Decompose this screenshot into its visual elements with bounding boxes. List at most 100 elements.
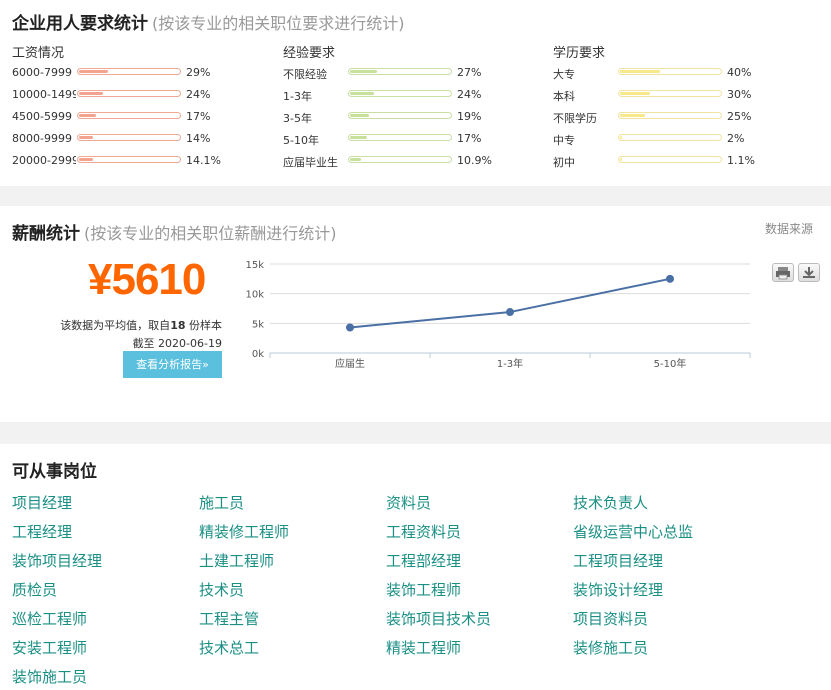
- y-tick-label: 10k: [245, 290, 264, 301]
- y-tick-label: 0k: [252, 349, 264, 360]
- section-divider: [0, 186, 831, 206]
- salary-row-label: 10000-14999: [12, 88, 76, 101]
- salary-row: 8000-9999 14%: [12, 128, 242, 150]
- data-point: [506, 308, 514, 317]
- education-row-label: 中专: [553, 134, 575, 147]
- job-link[interactable]: 工程资料员: [386, 521, 461, 542]
- job-link[interactable]: 资料员: [386, 492, 431, 513]
- experience-row-percent: 27%: [457, 66, 482, 79]
- job-link[interactable]: 省级运营中心总监: [573, 521, 693, 542]
- salary-row-fill: [79, 70, 108, 73]
- education-row-bar: [618, 90, 722, 97]
- job-link[interactable]: 装饰施工员: [12, 666, 87, 687]
- education-column: 学历要求 大专 40% 本科 30% 不限学历 25% 中专 2% 初中 1.1%: [553, 42, 783, 172]
- job-link[interactable]: 装修施工员: [573, 637, 648, 658]
- education-row-fill: [620, 70, 660, 73]
- experience-row-fill: [350, 136, 367, 139]
- salary-row-label: 20000-29999: [12, 154, 76, 167]
- job-link[interactable]: 技术负责人: [573, 492, 648, 513]
- salary-column-head: 工资情况: [12, 46, 65, 61]
- requirements-title-text: 企业用人要求统计: [12, 14, 148, 34]
- education-row-percent: 25%: [727, 110, 752, 123]
- experience-row-fill: [350, 70, 377, 73]
- salary-stats-title: 薪酬统计 (按该专业的相关职位薪酬进行统计): [12, 219, 337, 244]
- job-link[interactable]: 精装工程师: [386, 637, 461, 658]
- education-row-label: 本科: [553, 90, 575, 103]
- download-icon: [803, 267, 815, 278]
- education-row-fill: [620, 136, 622, 139]
- job-link[interactable]: 精装修工程师: [199, 521, 289, 542]
- education-column-head: 学历要求: [553, 46, 606, 61]
- job-link[interactable]: 工程经理: [12, 521, 72, 542]
- experience-row-label: 应届毕业生: [283, 156, 338, 169]
- salary-row-fill: [79, 158, 94, 161]
- salary-column: 工资情况 6000-7999 29% 10000-14999 24% 4500-5999…: [12, 42, 242, 172]
- education-row-percent: 2%: [727, 132, 745, 145]
- experience-row-bar: [348, 112, 452, 119]
- salary-row-percent: 29%: [186, 66, 211, 79]
- as-of-date: 截至 2020-06-19: [132, 337, 222, 350]
- print-icon: [776, 267, 790, 280]
- salary-stats-title-text: 薪酬统计: [12, 224, 80, 244]
- salary-row-percent: 24%: [186, 88, 211, 101]
- job-link[interactable]: 土建工程师: [199, 550, 274, 571]
- salary-row-label: 4500-5999: [12, 110, 72, 123]
- sample-note-post: 份样本: [185, 319, 222, 332]
- salary-row-fill: [79, 136, 93, 139]
- education-row: 不限学历 25%: [553, 106, 783, 128]
- job-link[interactable]: 巡检工程师: [12, 608, 87, 629]
- salary-row: 20000-29999 14.1%: [12, 150, 242, 172]
- job-link[interactable]: 技术总工: [199, 637, 259, 658]
- job-link[interactable]: 工程项目经理: [573, 550, 663, 571]
- experience-column: 经验要求 不限经验 27% 1-3年 24% 3-5年 19% 5-10年 17% 应届毕业生 1…: [283, 42, 513, 172]
- salary-row-fill: [79, 114, 96, 117]
- view-report-button[interactable]: 查看分析报告»: [123, 351, 222, 378]
- sample-note: 该数据为平均值，取自18 份样本: [60, 317, 222, 333]
- requirements-subtitle: (按该专业的相关职位要求进行统计): [152, 14, 405, 33]
- experience-row-label: 1-3年: [283, 90, 312, 103]
- education-row-percent: 40%: [727, 66, 752, 79]
- salary-row: 6000-7999 29%: [12, 62, 242, 84]
- job-link[interactable]: 装饰项目技术员: [386, 608, 491, 629]
- sample-count: 18: [170, 319, 186, 332]
- experience-row-fill: [350, 114, 369, 117]
- series-line: [349, 277, 671, 329]
- average-salary-value: ¥5610: [88, 255, 206, 304]
- experience-row-percent: 10.9%: [457, 154, 492, 167]
- print-button[interactable]: [772, 263, 794, 282]
- job-link[interactable]: 项目经理: [12, 492, 72, 513]
- experience-row-label: 不限经验: [283, 68, 327, 81]
- requirements-title: 企业用人要求统计 (按该专业的相关职位要求进行统计): [12, 9, 405, 34]
- job-link[interactable]: 工程主管: [199, 608, 259, 629]
- job-link[interactable]: 装饰工程师: [386, 579, 461, 600]
- y-tick-label: 5k: [252, 319, 264, 330]
- job-link[interactable]: 项目资料员: [573, 608, 648, 629]
- education-row-label: 大专: [553, 68, 575, 81]
- x-tick-label: 应届生: [335, 357, 365, 370]
- education-row-bar: [618, 156, 722, 163]
- education-row: 初中 1.1%: [553, 150, 783, 172]
- experience-row: 应届毕业生 10.9%: [283, 150, 513, 172]
- experience-row: 5-10年 17%: [283, 128, 513, 150]
- salary-row-bar: [77, 68, 181, 75]
- job-link[interactable]: 装饰项目经理: [12, 550, 102, 571]
- requirements-section: 企业用人要求统计 (按该专业的相关职位要求进行统计) 工资情况 6000-7999…: [0, 0, 831, 186]
- experience-row-label: 5-10年: [283, 134, 319, 147]
- job-link[interactable]: 装饰设计经理: [573, 579, 663, 600]
- job-link[interactable]: 技术员: [199, 579, 244, 600]
- experience-row-bar: [348, 134, 452, 141]
- education-row-percent: 30%: [727, 88, 752, 101]
- job-link[interactable]: 安装工程师: [12, 637, 87, 658]
- experience-row-fill: [350, 92, 374, 95]
- job-link[interactable]: 施工员: [199, 492, 244, 513]
- job-link[interactable]: 质检员: [12, 579, 57, 600]
- x-tick-label: 5-10年: [654, 357, 687, 370]
- experience-row-percent: 17%: [457, 132, 482, 145]
- experience-row: 不限经验 27%: [283, 62, 513, 84]
- experience-row-percent: 24%: [457, 88, 482, 101]
- salary-row-bar: [77, 156, 181, 163]
- download-button[interactable]: [798, 263, 820, 282]
- job-link[interactable]: 工程部经理: [386, 550, 461, 571]
- data-source-link[interactable]: 数据来源: [765, 220, 813, 237]
- data-point: [346, 323, 354, 332]
